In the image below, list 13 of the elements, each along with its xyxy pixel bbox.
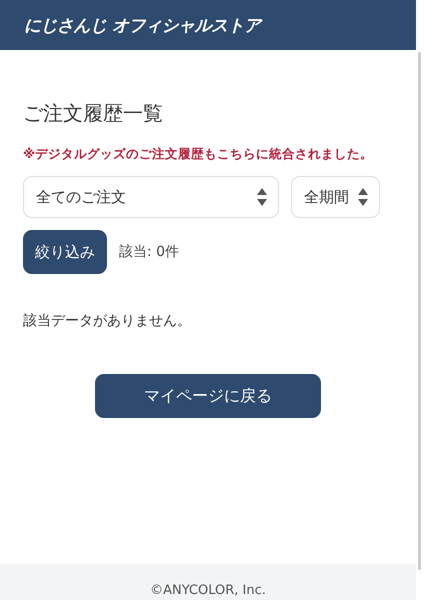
- scrollbar[interactable]: [418, 52, 421, 570]
- page-title: ご注文履歴一覧: [23, 100, 164, 127]
- dropdown-field[interactable]: 全期間: [291, 176, 380, 218]
- store-logo[interactable]: にじさんじ オフィシャルストア: [24, 14, 260, 36]
- sort-arrows-icon: [357, 187, 369, 207]
- dropdown-field[interactable]: 全てのご注文: [23, 176, 279, 218]
- notice-text: ※デジタルグッズのご注文履歴もこちらに統合されました。: [23, 145, 374, 163]
- back-button[interactable]: マイページに戻る: [95, 374, 321, 418]
- sort-arrows-icon: [256, 187, 268, 207]
- filter-button[interactable]: 絞り込み: [23, 230, 107, 274]
- copyright-text: ©ANYCOLOR, Inc.: [150, 583, 266, 598]
- result-count: 該当: 0件: [119, 243, 180, 261]
- empty-message: 該当データがありません。: [23, 312, 192, 330]
